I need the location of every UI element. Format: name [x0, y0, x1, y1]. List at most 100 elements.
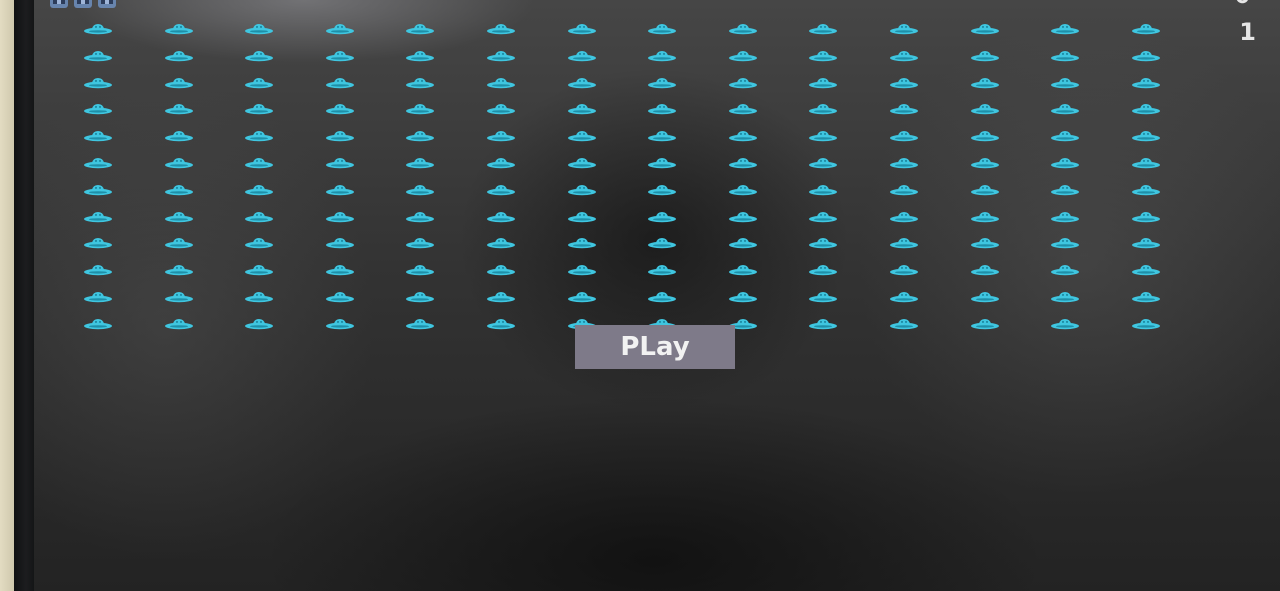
- ufo-icon: [244, 291, 274, 303]
- ufo-icon: [808, 211, 838, 223]
- ufo-icon: [244, 77, 274, 89]
- ufo-icon: [808, 103, 838, 115]
- ufo-icon: [728, 237, 758, 249]
- ufo-icon: [889, 103, 919, 115]
- ufo-icon: [83, 50, 113, 62]
- ufo-icon: [970, 211, 1000, 223]
- ufo-icon: [164, 23, 194, 35]
- ufo-icon: [889, 211, 919, 223]
- ufo-icon: [889, 130, 919, 142]
- ufo-icon: [970, 291, 1000, 303]
- ufo-icon: [83, 237, 113, 249]
- ufo-icon: [970, 130, 1000, 142]
- ufo-icon: [889, 184, 919, 196]
- ufo-icon: [889, 77, 919, 89]
- ufo-icon: [567, 184, 597, 196]
- ufo-icon: [728, 50, 758, 62]
- ufo-icon: [1050, 237, 1080, 249]
- ufo-icon: [889, 50, 919, 62]
- ufo-icon: [325, 130, 355, 142]
- ufo-icon: [83, 291, 113, 303]
- ufo-icon: [647, 23, 677, 35]
- ufo-icon: [486, 130, 516, 142]
- ufo-icon: [567, 237, 597, 249]
- ufo-icon: [728, 184, 758, 196]
- ufo-icon: [405, 211, 435, 223]
- ufo-icon: [486, 157, 516, 169]
- ufo-icon: [1131, 291, 1161, 303]
- ufo-icon: [889, 157, 919, 169]
- ufo-icon: [244, 318, 274, 330]
- alien-fleet: [34, 0, 1280, 591]
- ufo-icon: [567, 50, 597, 62]
- ufo-icon: [647, 50, 677, 62]
- ufo-icon: [728, 291, 758, 303]
- ufo-icon: [405, 318, 435, 330]
- ufo-icon: [164, 237, 194, 249]
- ufo-icon: [889, 318, 919, 330]
- ufo-icon: [164, 130, 194, 142]
- ufo-icon: [889, 237, 919, 249]
- ufo-icon: [567, 264, 597, 276]
- ufo-icon: [164, 318, 194, 330]
- ufo-icon: [1050, 264, 1080, 276]
- ufo-icon: [244, 23, 274, 35]
- play-button[interactable]: PLay: [575, 325, 735, 369]
- ufo-icon: [808, 291, 838, 303]
- ufo-icon: [405, 291, 435, 303]
- score-display: 0: [1235, 0, 1250, 8]
- ufo-icon: [728, 211, 758, 223]
- ufo-icon: [486, 291, 516, 303]
- ufo-icon: [1131, 77, 1161, 89]
- monitor-bezel: [14, 0, 34, 591]
- ufo-icon: [405, 50, 435, 62]
- ufo-icon: [405, 103, 435, 115]
- ufo-icon: [486, 50, 516, 62]
- ufo-icon: [325, 50, 355, 62]
- ufo-icon: [808, 77, 838, 89]
- ufo-icon: [83, 211, 113, 223]
- ufo-icon: [808, 157, 838, 169]
- ufo-icon: [83, 23, 113, 35]
- ufo-icon: [1050, 291, 1080, 303]
- ufo-icon: [244, 50, 274, 62]
- ufo-icon: [647, 130, 677, 142]
- ufo-icon: [83, 318, 113, 330]
- ufo-icon: [728, 103, 758, 115]
- ufo-icon: [808, 130, 838, 142]
- ufo-icon: [970, 184, 1000, 196]
- ufo-icon: [970, 103, 1000, 115]
- ufo-icon: [164, 77, 194, 89]
- ufo-icon: [244, 103, 274, 115]
- ufo-icon: [567, 157, 597, 169]
- ufo-icon: [1131, 103, 1161, 115]
- ufo-icon: [325, 77, 355, 89]
- ufo-icon: [728, 157, 758, 169]
- ufo-icon: [1131, 50, 1161, 62]
- ufo-icon: [244, 211, 274, 223]
- ufo-icon: [889, 291, 919, 303]
- ufo-icon: [164, 157, 194, 169]
- ufo-icon: [486, 23, 516, 35]
- ufo-icon: [164, 184, 194, 196]
- game-screen[interactable]: 0 1 PLay: [34, 0, 1280, 591]
- ufo-icon: [808, 50, 838, 62]
- ufo-icon: [244, 237, 274, 249]
- ufo-icon: [325, 184, 355, 196]
- ufo-icon: [486, 318, 516, 330]
- ufo-icon: [83, 77, 113, 89]
- ufo-icon: [1131, 237, 1161, 249]
- ufo-icon: [405, 237, 435, 249]
- ufo-icon: [567, 211, 597, 223]
- ufo-icon: [325, 23, 355, 35]
- ufo-icon: [728, 130, 758, 142]
- ufo-icon: [647, 237, 677, 249]
- ufo-icon: [1050, 318, 1080, 330]
- ufo-icon: [164, 103, 194, 115]
- ufo-icon: [1131, 211, 1161, 223]
- ufo-icon: [808, 318, 838, 330]
- ufo-icon: [1131, 23, 1161, 35]
- ufo-icon: [164, 264, 194, 276]
- ufo-icon: [244, 264, 274, 276]
- ufo-icon: [970, 318, 1000, 330]
